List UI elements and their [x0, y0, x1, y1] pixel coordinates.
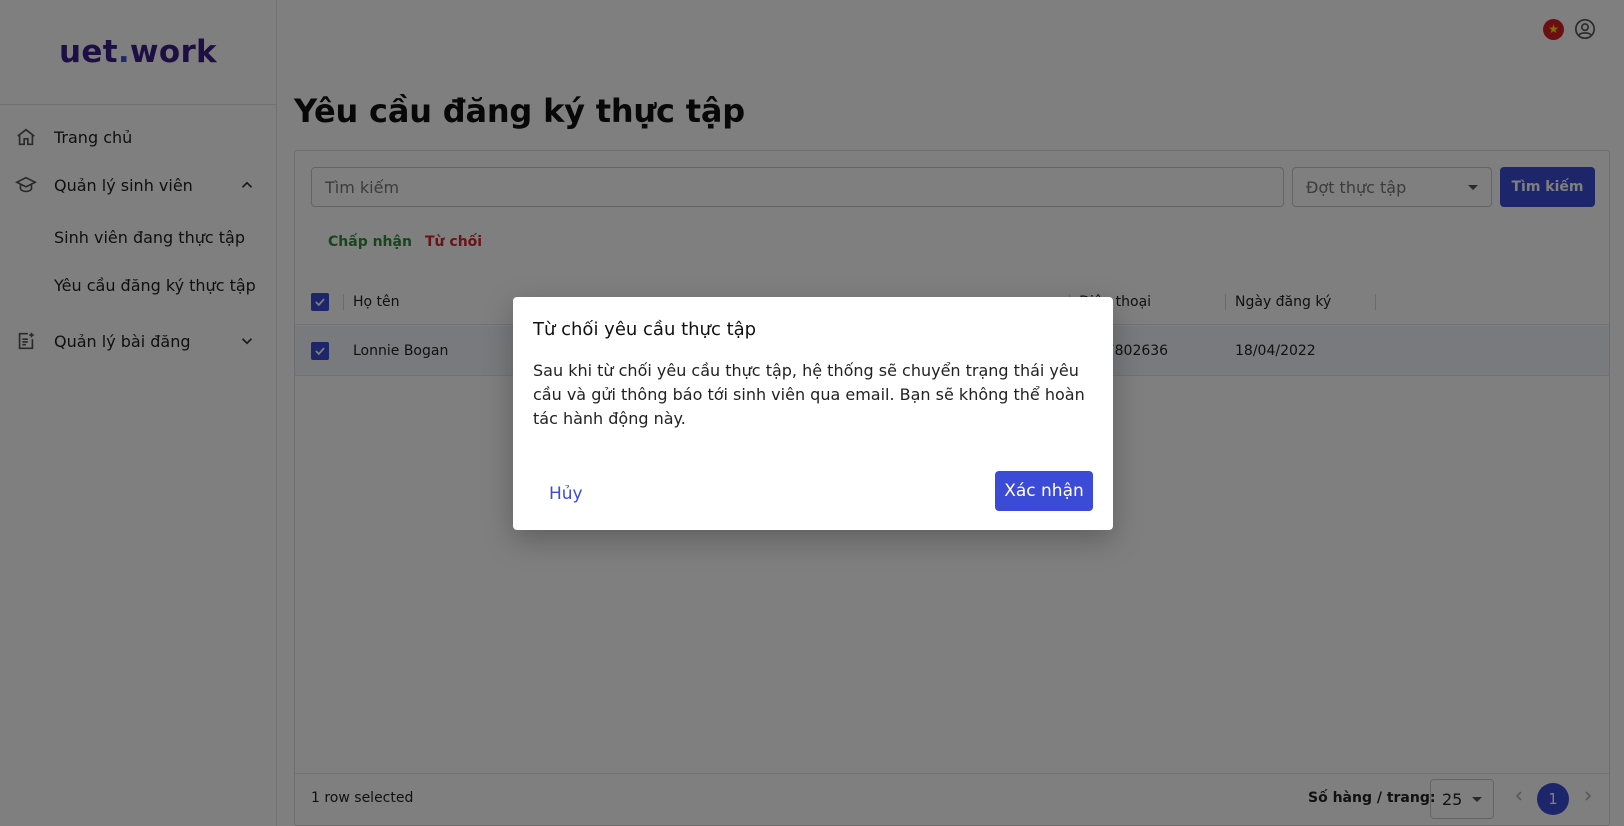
dialog-title: Từ chối yêu cầu thực tập — [533, 319, 757, 340]
dialog-message: Sau khi từ chối yêu cầu thực tập, hệ thố… — [533, 361, 1085, 428]
reject-confirm-dialog: Từ chối yêu cầu thực tập Sau khi từ chối… — [513, 297, 1113, 530]
confirm-button[interactable]: Xác nhận — [995, 471, 1093, 511]
cancel-button[interactable]: Hủy — [549, 474, 583, 514]
